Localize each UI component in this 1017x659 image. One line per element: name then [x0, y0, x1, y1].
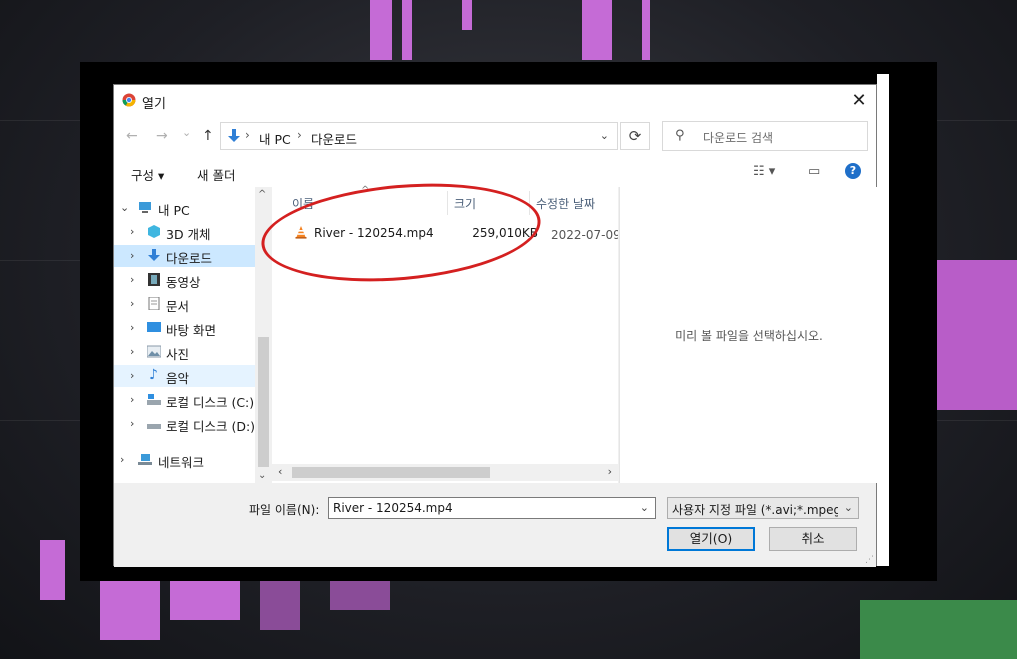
chevron-right-icon[interactable]: ›: [130, 417, 134, 430]
breadcrumb-my-pc[interactable]: 내 PC: [259, 129, 291, 148]
tree-item-label: 내 PC: [158, 203, 190, 218]
scroll-right-icon[interactable]: ›: [608, 465, 612, 478]
resize-grip-icon[interactable]: ⋰: [865, 555, 874, 565]
pc-icon: [139, 202, 151, 213]
tree-item-label: 문서: [166, 299, 190, 314]
tree-item-label: 로컬 디스크 (D:): [166, 419, 256, 434]
breadcrumb-separator: ›: [297, 128, 302, 142]
preview-pane-icon[interactable]: ▭: [808, 164, 820, 179]
title-bar: 열기 ✕: [114, 85, 876, 117]
tree-item-videos[interactable]: › 동영상: [114, 269, 255, 291]
drive-icon: [147, 394, 161, 405]
tree-item-label: 사진: [166, 347, 190, 362]
tree-item-label: 다운로드: [166, 251, 213, 266]
view-options-icon[interactable]: ☷ ▾: [753, 164, 775, 179]
navigation-pane: ⌄ 내 PC › 3D 개체 › 다운로드 › 동영상 › 문서 › 바탕 화면: [114, 187, 255, 483]
tree-item-network[interactable]: › 네트워크: [114, 449, 255, 471]
chevron-right-icon[interactable]: ›: [130, 249, 134, 262]
tree-item-my-pc[interactable]: ⌄ 내 PC: [114, 197, 255, 219]
file-type-select[interactable]: 사용자 지정 파일 (*.avi;*.mpeg; ⌄: [667, 497, 859, 519]
horizontal-scrollbar[interactable]: ‹ ›: [272, 464, 618, 481]
dialog-side-strip: [877, 74, 889, 566]
scroll-up-icon[interactable]: ^: [258, 189, 266, 200]
tree-item-label: 로컬 디스크 (C:): [166, 395, 255, 410]
scroll-down-icon[interactable]: ⌄: [258, 470, 266, 481]
tree-item-desktop[interactable]: › 바탕 화면: [114, 317, 255, 339]
scroll-left-icon[interactable]: ‹: [278, 465, 282, 478]
tree-item-drive-c[interactable]: › 로컬 디스크 (C:): [114, 389, 255, 411]
breadcrumb-separator: ›: [245, 128, 250, 142]
close-button[interactable]: ✕: [842, 85, 876, 115]
back-arrow-icon[interactable]: ←: [126, 128, 138, 144]
breadcrumb-downloads[interactable]: 다운로드: [311, 129, 357, 148]
drive-icon: [147, 424, 161, 429]
dialog-footer: 파일 이름(N): River - 120254.mp4 ⌄ 사용자 지정 파일…: [114, 483, 876, 567]
tree-item-pictures[interactable]: › 사진: [114, 341, 255, 363]
refresh-button[interactable]: ⟳: [620, 122, 650, 150]
search-box[interactable]: ⚲ 다운로드 검색: [662, 121, 868, 151]
filename-input[interactable]: River - 120254.mp4 ⌄: [328, 497, 656, 519]
recent-locations-icon[interactable]: ⌄: [182, 126, 191, 139]
close-icon: ✕: [851, 89, 867, 111]
search-placeholder: 다운로드 검색: [703, 131, 774, 145]
document-icon: [148, 297, 160, 310]
chevron-right-icon[interactable]: ›: [130, 225, 134, 238]
column-header-modified[interactable]: 수정한 날짜: [536, 195, 595, 212]
tree-item-label: 3D 개체: [166, 227, 211, 242]
up-arrow-icon[interactable]: ↑: [202, 128, 214, 144]
download-icon: [148, 249, 160, 261]
chevron-right-icon[interactable]: ›: [130, 273, 134, 286]
tree-item-label: 음악: [166, 371, 190, 386]
tree-item-label: 바탕 화면: [166, 323, 216, 338]
picture-icon: [147, 345, 161, 358]
command-toolbar: 구성 ▾ 새 폴더 ☷ ▾ ▭ ?: [114, 157, 876, 187]
desktop-icon: [147, 322, 161, 332]
chevron-right-icon[interactable]: ›: [130, 321, 134, 334]
open-file-dialog: 열기 ✕ ← → ⌄ ↑ › 내 PC › 다운로드 ⌄ ⟳ ⚲ 다운로드 검색: [113, 84, 878, 567]
chrome-icon: [122, 93, 136, 107]
open-button[interactable]: 열기(O): [667, 527, 755, 551]
music-icon: ♪: [149, 367, 158, 383]
tree-item-downloads[interactable]: › 다운로드: [114, 245, 255, 267]
tree-item-drive-d[interactable]: › 로컬 디스크 (D:): [114, 413, 255, 435]
tree-item-3d-objects[interactable]: › 3D 개체: [114, 221, 255, 243]
tree-item-label: 동영상: [166, 275, 201, 290]
file-type-value: 사용자 지정 파일 (*.avi;*.mpeg;: [672, 503, 838, 517]
chevron-right-icon[interactable]: ›: [130, 345, 134, 358]
tree-item-label: 네트워크: [158, 455, 205, 470]
cancel-button[interactable]: 취소: [769, 527, 857, 551]
film-icon: [148, 273, 160, 286]
tree-item-documents[interactable]: › 문서: [114, 293, 255, 315]
chevron-right-icon[interactable]: ›: [130, 393, 134, 406]
scrollbar-thumb[interactable]: [292, 467, 490, 478]
download-folder-icon: [228, 129, 240, 142]
search-icon: ⚲: [675, 128, 685, 143]
cube-icon: [148, 225, 160, 238]
forward-arrow-icon[interactable]: →: [156, 128, 168, 144]
new-folder-button[interactable]: 새 폴더: [197, 165, 235, 184]
address-bar[interactable]: › 내 PC › 다운로드 ⌄: [220, 122, 618, 150]
organize-menu[interactable]: 구성 ▾: [131, 165, 164, 184]
chevron-down-icon[interactable]: ⌄: [640, 501, 649, 514]
chevron-right-icon[interactable]: ›: [130, 369, 134, 382]
scrollbar-thumb[interactable]: [258, 337, 269, 467]
tree-item-music[interactable]: › ♪ 음악: [114, 365, 255, 387]
preview-message: 미리 볼 파일을 선택하십시오.: [675, 329, 823, 343]
refresh-icon: ⟳: [628, 127, 642, 145]
chevron-down-icon[interactable]: ⌄: [600, 129, 609, 142]
chevron-right-icon[interactable]: ›: [130, 297, 134, 310]
network-icon: [138, 454, 152, 465]
filename-label: 파일 이름(N):: [249, 503, 320, 517]
chevron-right-icon[interactable]: ›: [120, 453, 124, 466]
navigation-bar: ← → ⌄ ↑ › 내 PC › 다운로드 ⌄ ⟳ ⚲ 다운로드 검색: [114, 117, 876, 157]
chevron-down-icon[interactable]: ⌄: [844, 501, 853, 514]
preview-pane: 미리 볼 파일을 선택하십시오.: [619, 187, 878, 483]
file-modified: 2022-07-09 오후: [551, 228, 618, 242]
chevron-down-icon[interactable]: ⌄: [120, 201, 129, 214]
filename-value: River - 120254.mp4: [333, 501, 453, 515]
help-icon[interactable]: ?: [845, 163, 861, 179]
dialog-title: 열기: [142, 97, 166, 112]
